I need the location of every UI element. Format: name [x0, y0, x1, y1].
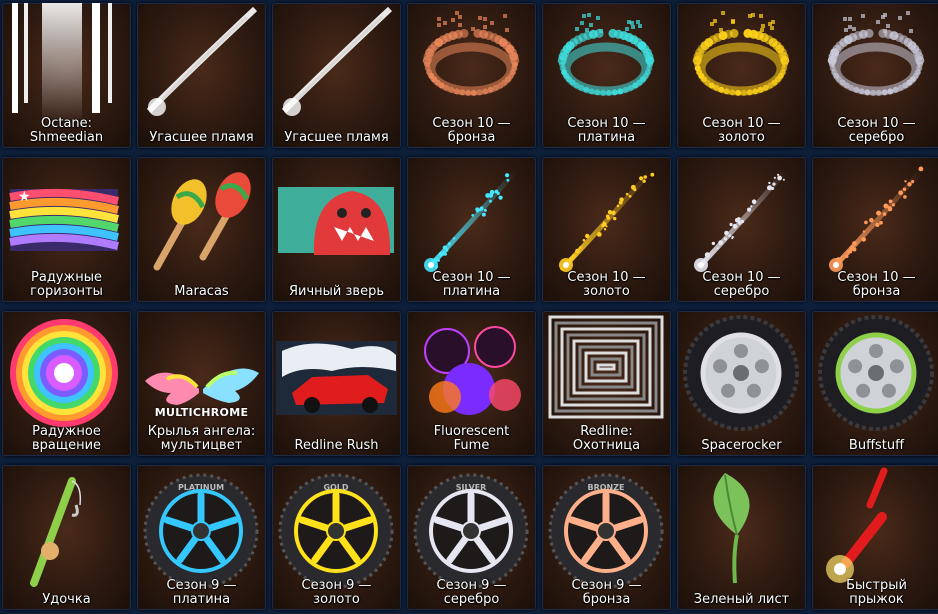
- item-label: Радужное вращение: [4, 425, 129, 453]
- inventory-item[interactable]: Fluorescent Fume: [407, 311, 536, 456]
- inventory-item[interactable]: Сезон 10 — бронза: [812, 157, 938, 302]
- item-label: Сезон 10 — серебро: [679, 271, 804, 299]
- maracas-icon: [137, 157, 266, 302]
- inventory-item[interactable]: Быстрый прыжок: [812, 465, 938, 610]
- item-label: Сезон 10 — серебро: [814, 117, 938, 145]
- spacerocker-wheel-icon: [677, 311, 806, 456]
- inventory-item[interactable]: GOLD Сезон 9 — золото: [272, 465, 401, 610]
- inventory-item[interactable]: SILVER Сезон 9 — серебро: [407, 465, 536, 610]
- item-label: Octane: Shmeedian: [4, 117, 129, 145]
- item-label: Сезон 9 — серебро: [409, 579, 534, 607]
- item-label: Maracas: [139, 285, 264, 299]
- green-leaf-icon: [677, 465, 806, 610]
- inventory-item[interactable]: Spacerocker: [677, 311, 806, 456]
- item-label: Fluorescent Fume: [409, 425, 534, 453]
- item-label: Сезон 9 — платина: [139, 579, 264, 607]
- item-grid: Octane: Shmeedian Угасшее пламя Угасшее пл…: [0, 0, 938, 614]
- inventory-item[interactable]: Угасшее пламя: [137, 3, 266, 148]
- inventory-item[interactable]: Octane: Shmeedian: [2, 3, 131, 148]
- inventory-item[interactable]: Радужное вращение: [2, 311, 131, 456]
- inventory-item[interactable]: ★ Радужные горизонты: [2, 157, 131, 302]
- item-label: Spacerocker: [679, 439, 804, 453]
- item-label: Redline Rush: [274, 439, 399, 453]
- item-label: Угасшее пламя: [274, 131, 399, 145]
- egg-beast-icon: [272, 157, 401, 302]
- item-label: Крылья ангела: мультицвет: [139, 425, 264, 453]
- item-label: Яичный зверь: [274, 285, 399, 299]
- inventory-item[interactable]: Redline: Охотница: [542, 311, 671, 456]
- item-label: Сезон 10 — бронза: [814, 271, 938, 299]
- inventory-item[interactable]: Угасшее пламя: [272, 3, 401, 148]
- item-label: Сезон 10 — платина: [409, 271, 534, 299]
- inventory-item[interactable]: Сезон 10 — серебро: [812, 3, 938, 148]
- inventory-item[interactable]: Сезон 10 — бронза: [407, 3, 536, 148]
- item-label: Быстрый прыжок: [814, 579, 938, 607]
- item-label: Сезон 10 — бронза: [409, 117, 534, 145]
- item-label: Радужные горизонты: [4, 271, 129, 299]
- item-label: Сезон 9 — бронза: [544, 579, 669, 607]
- inventory-item[interactable]: Сезон 10 — серебро: [677, 157, 806, 302]
- red-car-decal-icon: [272, 311, 401, 456]
- item-label: Удочка: [4, 593, 129, 607]
- inventory-item[interactable]: Сезон 10 — золото: [677, 3, 806, 148]
- inventory-item[interactable]: Maracas: [137, 157, 266, 302]
- buffstuff-wheel-icon: [812, 311, 938, 456]
- inventory-item[interactable]: Сезон 10 — золото: [542, 157, 671, 302]
- inventory-item[interactable]: Сезон 10 — платина: [407, 157, 536, 302]
- item-label: Угасшее пламя: [139, 131, 264, 145]
- item-label: Сезон 10 — золото: [679, 117, 804, 145]
- item-label: Сезон 10 — платина: [544, 117, 669, 145]
- white-flame-trail-icon: [272, 3, 401, 148]
- white-flame-trail-icon: [137, 3, 266, 148]
- inventory-item[interactable]: Redline Rush: [272, 311, 401, 456]
- svg-text:★: ★: [18, 189, 31, 205]
- item-label: Сезон 10 — золото: [544, 271, 669, 299]
- item-label: Сезон 9 — золото: [274, 579, 399, 607]
- fishing-rod-icon: [2, 465, 131, 610]
- item-label: Зеленый лист: [679, 593, 804, 607]
- inventory-item[interactable]: BRONZE Сезон 9 — бронза: [542, 465, 671, 610]
- inventory-item[interactable]: Buffstuff: [812, 311, 938, 456]
- inventory-item[interactable]: Яичный зверь: [272, 157, 401, 302]
- inventory-item[interactable]: MULTICHROME Крылья ангела: мультицвет: [137, 311, 266, 456]
- item-label: Redline: Охотница: [544, 425, 669, 453]
- inventory-item[interactable]: Удочка: [2, 465, 131, 610]
- item-badge: MULTICHROME: [137, 406, 266, 419]
- inventory-item[interactable]: Зеленый лист: [677, 465, 806, 610]
- item-label: Buffstuff: [814, 439, 938, 453]
- inventory-item[interactable]: Сезон 10 — платина: [542, 3, 671, 148]
- inventory-item[interactable]: PLATINUM Сезон 9 — платина: [137, 465, 266, 610]
